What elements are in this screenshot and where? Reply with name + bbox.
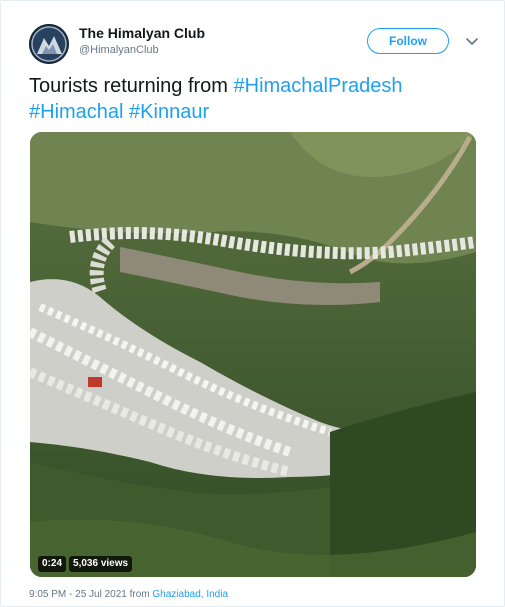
account-name[interactable]: The Himalyan Club bbox=[79, 25, 205, 41]
club-avatar-icon[interactable] bbox=[29, 24, 69, 64]
video-frame bbox=[30, 132, 476, 577]
tweet-card: The Himalyan Club @HimalyanClub Follow T… bbox=[0, 0, 505, 607]
chevron-down-icon[interactable] bbox=[465, 35, 479, 47]
video-stats: 0:24 5,036 views bbox=[38, 556, 135, 572]
tweet-text-prefix: Tourists returning from bbox=[29, 75, 234, 97]
hashtag-kinnaur[interactable]: #Kinnaur bbox=[129, 101, 209, 123]
tweet-footer: 9:05 PM - 25 Jul 2021 from Ghaziabad, In… bbox=[29, 589, 228, 600]
video-player[interactable] bbox=[30, 132, 476, 577]
account-handle[interactable]: @HimalyanClub bbox=[79, 44, 159, 56]
follow-button[interactable]: Follow bbox=[367, 28, 449, 54]
hashtag-himachal[interactable]: #Himachal bbox=[29, 101, 123, 123]
video-duration: 0:24 bbox=[38, 556, 67, 572]
video-views: 5,036 views bbox=[69, 556, 133, 572]
from-label: from bbox=[129, 589, 150, 600]
hashtag-himachalpradesh[interactable]: #HimachalPradesh bbox=[234, 75, 403, 97]
tweet-location[interactable]: Ghaziabad, India bbox=[152, 589, 228, 600]
tweet-text: Tourists returning from #HimachalPradesh… bbox=[29, 73, 479, 125]
tweet-timestamp[interactable]: 9:05 PM - 25 Jul 2021 bbox=[29, 589, 127, 600]
